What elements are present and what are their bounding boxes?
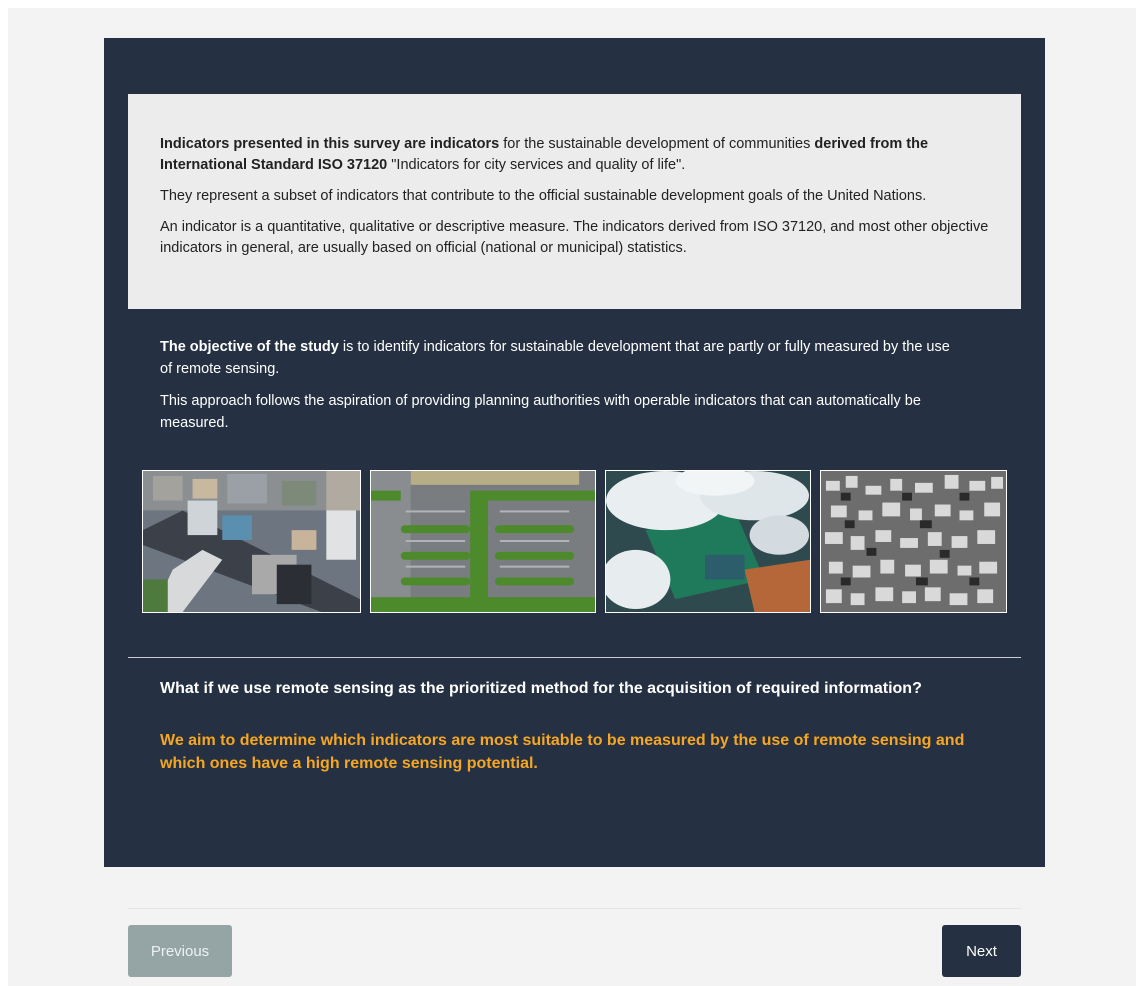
dense-settlement-image <box>820 470 1007 613</box>
section-divider <box>128 657 1021 658</box>
objective-paragraph-1: The objective of the study is to identif… <box>160 339 950 377</box>
objective-text: The objective of the study is to identif… <box>160 336 960 444</box>
objective-paragraph-2: This approach follows the aspiration of … <box>160 393 921 431</box>
question-text: What if we use remote sensing as the pri… <box>160 680 922 697</box>
image-gallery <box>142 470 1012 616</box>
footer-divider <box>128 908 1021 909</box>
info-paragraph-1: Indicators presented in this survey are … <box>160 136 929 173</box>
aerial-city-street-image <box>142 470 361 613</box>
info-box: Indicators presented in this survey are … <box>128 94 1021 309</box>
content-panel: Indicators presented in this survey are … <box>104 38 1045 867</box>
previous-button[interactable]: Previous <box>128 925 232 977</box>
info-paragraph-3: An indicator is a quantitative, qualitat… <box>160 219 989 256</box>
clouds-over-city-image <box>605 470 811 613</box>
info-paragraph-2: They represent a subset of indicators th… <box>160 188 927 204</box>
parking-lot-trees-image <box>370 470 596 613</box>
aim-text: We aim to determine which indicators are… <box>160 732 965 772</box>
next-button[interactable]: Next <box>942 925 1021 977</box>
